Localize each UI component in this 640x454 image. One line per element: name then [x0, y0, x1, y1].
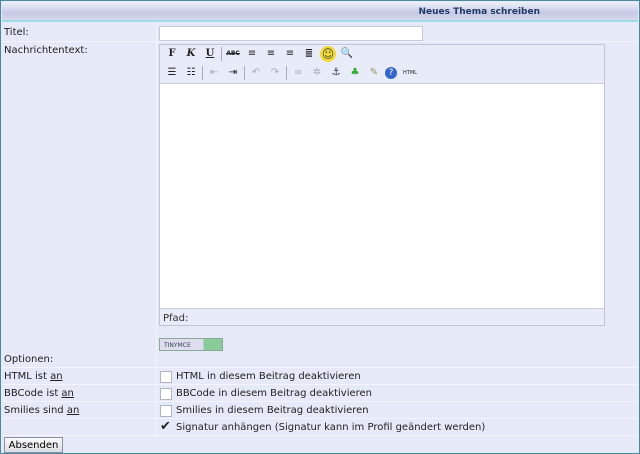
- link-icon[interactable]: ∞: [290, 65, 306, 81]
- options-label: Optionen:: [4, 354, 54, 365]
- title-input[interactable]: [159, 26, 423, 41]
- bold-button[interactable]: F: [164, 46, 180, 62]
- disable-smilies-label: Smilies in diesem Beitrag deaktivieren: [176, 405, 369, 416]
- smiley-button[interactable]: ☺: [320, 46, 336, 62]
- post-form: Neues Thema schreiben Titel: Nachrichten…: [0, 0, 640, 454]
- align-left-icon[interactable]: ≡: [244, 46, 260, 62]
- help-icon[interactable]: ?: [385, 67, 397, 79]
- redo-icon[interactable]: ↷: [267, 65, 283, 81]
- strikethrough-button[interactable]: ABC: [225, 46, 241, 62]
- toolbar-row-1: F K U ABC ≡ ≡ ≡ ≣ ☺ 🔍: [164, 45, 355, 63]
- toolbar-separator: [202, 66, 203, 80]
- title-label: Titel:: [4, 27, 29, 38]
- toolbar-row-2: ☰ ☷ ⇤ ⇥ ↶ ↷ ∞ ✲ ⚓ ♣ ✎ ? HTML: [164, 64, 420, 82]
- search-replace-icon[interactable]: 🔍: [339, 46, 355, 62]
- disable-html-label: HTML in diesem Beitrag deaktivieren: [176, 371, 361, 382]
- toolbar-separator: [286, 66, 287, 80]
- disable-html-checkbox[interactable]: [160, 371, 172, 383]
- html-status-link[interactable]: an: [50, 371, 62, 382]
- form-header: Neues Thema schreiben: [2, 2, 638, 22]
- numbered-list-icon[interactable]: ☷: [183, 65, 199, 81]
- rich-text-editor: F K U ABC ≡ ≡ ≡ ≣ ☺ 🔍 ☰ ☷ ⇤ ⇥ ↶ ↷ ∞ ✲ ⚓ …: [159, 44, 605, 326]
- cleanup-icon[interactable]: ✎: [366, 65, 382, 81]
- bbcode-status-link[interactable]: an: [61, 388, 73, 399]
- smilies-status-link[interactable]: an: [67, 405, 79, 416]
- message-label: Nachrichtentext:: [4, 45, 88, 56]
- outdent-icon[interactable]: ⇤: [206, 65, 222, 81]
- message-textarea[interactable]: [160, 83, 604, 309]
- align-justify-icon[interactable]: ≣: [301, 46, 317, 62]
- status-text: BBCode ist: [4, 388, 62, 399]
- status-text: Smilies sind: [4, 405, 67, 416]
- smilies-status: Smilies sind an: [4, 405, 79, 416]
- anchor-icon[interactable]: ⚓: [328, 65, 344, 81]
- html-source-button[interactable]: HTML: [400, 65, 420, 81]
- disable-bbcode-label: BBCode in diesem Beitrag deaktivieren: [176, 388, 373, 399]
- disable-smilies-checkbox[interactable]: [160, 405, 172, 417]
- align-center-icon[interactable]: ≡: [263, 46, 279, 62]
- unlink-icon[interactable]: ✲: [309, 65, 325, 81]
- path-label: Pfad:: [163, 313, 189, 324]
- options-row: [2, 351, 638, 368]
- tinymce-logo[interactable]: TINYMCE: [159, 338, 223, 351]
- attach-signature-checkbox[interactable]: ✔: [160, 419, 171, 434]
- indent-icon[interactable]: ⇥: [225, 65, 241, 81]
- attach-signature-label: Signatur anhängen (Signatur kann im Prof…: [176, 422, 486, 433]
- underline-button[interactable]: U: [202, 46, 218, 62]
- align-right-icon[interactable]: ≡: [282, 46, 298, 62]
- toolbar-separator: [221, 47, 222, 61]
- image-icon[interactable]: ♣: [347, 65, 363, 81]
- italic-button[interactable]: K: [183, 46, 199, 62]
- bbcode-status: BBCode ist an: [4, 388, 74, 399]
- disable-bbcode-checkbox[interactable]: [160, 388, 172, 400]
- bullet-list-icon[interactable]: ☰: [164, 65, 180, 81]
- toolbar-separator: [244, 66, 245, 80]
- undo-icon[interactable]: ↶: [248, 65, 264, 81]
- status-text: HTML ist: [4, 371, 51, 382]
- html-status: HTML ist an: [4, 371, 63, 382]
- submit-button[interactable]: Absenden: [4, 437, 63, 453]
